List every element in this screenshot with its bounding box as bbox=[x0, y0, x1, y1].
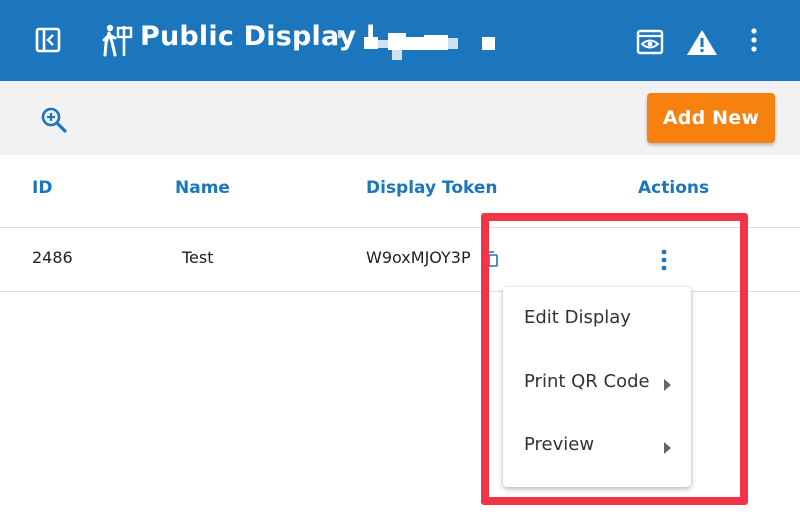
column-header-actions: Actions bbox=[638, 178, 710, 198]
cell-name: Test bbox=[182, 248, 214, 267]
add-new-button[interactable]: Add New bbox=[647, 93, 775, 143]
sidebar-toggle-icon[interactable] bbox=[34, 26, 62, 54]
app-bar: Public Display l bbox=[0, 0, 800, 81]
warning-icon[interactable] bbox=[686, 28, 718, 56]
column-header-name[interactable]: Name bbox=[175, 178, 230, 198]
hiking-signpost-icon bbox=[100, 22, 134, 58]
page: Public Display l Add New ID Name Display… bbox=[0, 0, 800, 531]
zoom-in-icon[interactable] bbox=[40, 106, 68, 138]
column-header-id[interactable]: ID bbox=[32, 178, 52, 198]
more-vertical-icon[interactable] bbox=[746, 27, 762, 53]
column-header-display-token[interactable]: Display Token bbox=[366, 178, 498, 198]
cell-display-token: W9oxMJOY3P bbox=[366, 248, 471, 267]
highlight-annotation-box bbox=[481, 213, 748, 505]
preview-eye-icon[interactable] bbox=[635, 28, 665, 56]
cell-id: 2486 bbox=[32, 248, 73, 267]
